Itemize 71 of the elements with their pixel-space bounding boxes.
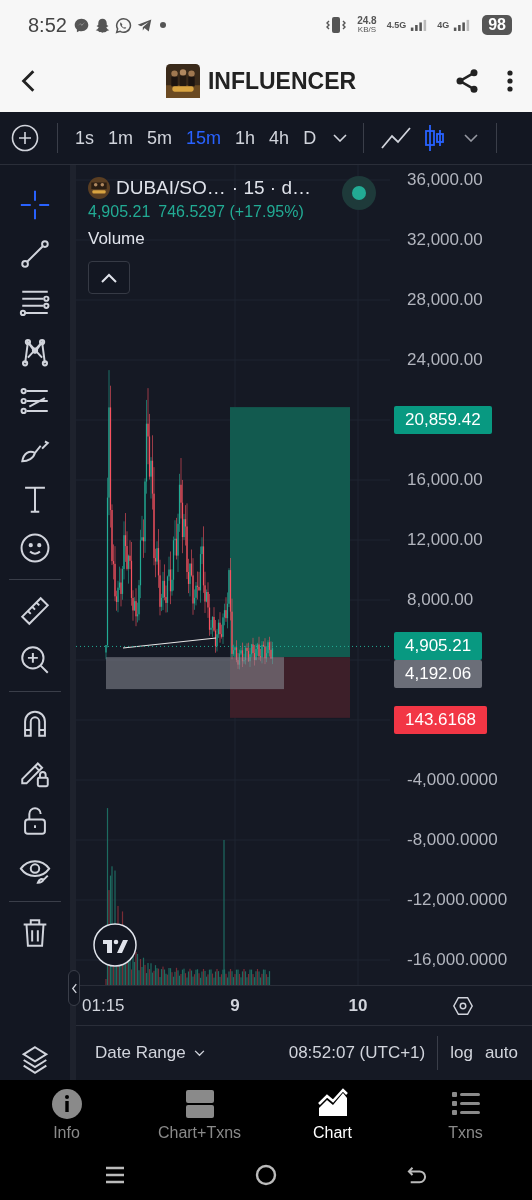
price-axis-label: 24,000.00 bbox=[406, 350, 483, 370]
interval-tab[interactable]: D bbox=[296, 121, 324, 155]
range-box[interactable] bbox=[106, 657, 284, 690]
chat-bubble-icon bbox=[72, 16, 90, 34]
status-dot-button[interactable] bbox=[342, 176, 376, 210]
nav-tab[interactable]: Chart bbox=[266, 1080, 399, 1150]
indicator-label: Volume bbox=[88, 229, 145, 249]
price-axis-label: 32,000.00 bbox=[406, 230, 483, 250]
phone-bubble-icon bbox=[114, 16, 132, 34]
scale-option[interactable]: auto bbox=[484, 1043, 518, 1063]
price-change: 746.5297 (+17.95%) bbox=[158, 203, 304, 221]
dropdown-button[interactable] bbox=[464, 134, 479, 142]
price-axis-label: 8,000.00 bbox=[406, 590, 474, 610]
price-axis-label: 36,000.00 bbox=[406, 170, 483, 190]
signal-icon bbox=[453, 19, 471, 31]
last-price: 4,905.21 bbox=[88, 203, 151, 221]
interval-label: · 15 · d… bbox=[231, 177, 311, 199]
clock-timezone[interactable]: 08:52:07 (UTC+1) bbox=[288, 1043, 426, 1063]
menu-icon bbox=[105, 1166, 126, 1184]
nav-tab[interactable]: Info bbox=[0, 1080, 133, 1150]
chevron-up-icon bbox=[101, 272, 117, 283]
split-view-icon bbox=[183, 1088, 216, 1120]
interval-tab[interactable]: 4h bbox=[262, 121, 297, 155]
interval-tab[interactable]: 5m bbox=[140, 121, 180, 155]
trend-line[interactable] bbox=[122, 637, 217, 649]
page-title: INFLUENCER bbox=[207, 67, 357, 95]
collapse-handle[interactable] bbox=[68, 970, 80, 1006]
time-axis-label: 01:15 bbox=[81, 995, 126, 1016]
candlestick-icon[interactable] bbox=[424, 124, 447, 152]
interval-tab[interactable]: 1m bbox=[101, 121, 141, 155]
scale-option[interactable]: log bbox=[450, 1043, 473, 1063]
interval-tab[interactable]: 15m bbox=[179, 121, 229, 155]
price-badge: 4,905.21 bbox=[394, 632, 483, 660]
signal-icon bbox=[410, 19, 428, 31]
price-axis-label: -4,000.0000 bbox=[406, 770, 498, 790]
time-axis-label: 10 bbox=[348, 995, 368, 1016]
battery-level: 98 bbox=[482, 15, 512, 35]
status-time: 8:52 bbox=[28, 13, 67, 37]
info-icon bbox=[50, 1088, 83, 1120]
price-axis-label: -12,000.0000 bbox=[406, 890, 508, 910]
back-arrow-icon bbox=[406, 1166, 427, 1184]
more-icon bbox=[506, 68, 514, 94]
time-axis-label: 9 bbox=[230, 995, 240, 1016]
interval-tab[interactable]: 1h bbox=[228, 121, 263, 155]
notification-dot-icon bbox=[159, 22, 166, 28]
network-speed: 24.8 KB/S bbox=[357, 16, 377, 34]
add-button[interactable] bbox=[11, 124, 39, 152]
price-badge: 4,192.06 bbox=[394, 660, 483, 688]
collapse-button[interactable] bbox=[88, 261, 130, 294]
date-range-button[interactable]: Date Range bbox=[95, 1043, 205, 1063]
price-axis-label: -16,000.0000 bbox=[406, 950, 508, 970]
price-axis-label: -8,000.0000 bbox=[406, 830, 498, 850]
dropdown-button[interactable] bbox=[333, 134, 348, 142]
price-axis-label: 28,000.00 bbox=[406, 290, 483, 310]
nav-tab[interactable]: Txns bbox=[399, 1080, 532, 1150]
line-chart-icon[interactable] bbox=[380, 126, 413, 150]
settings-icon[interactable] bbox=[452, 994, 474, 1017]
chevron-down-icon bbox=[193, 1049, 205, 1057]
network-type: 4.5G bbox=[386, 20, 407, 30]
nav-tab[interactable]: Chart+Txns bbox=[133, 1080, 266, 1150]
vibrate-icon bbox=[325, 15, 348, 35]
home-circle-icon bbox=[255, 1164, 277, 1186]
network-type: 4G bbox=[437, 20, 450, 30]
price-axis-label: 12,000.00 bbox=[406, 530, 483, 550]
loss-zone[interactable] bbox=[230, 657, 350, 718]
symbol-name[interactable]: DUBAI/SO… bbox=[116, 177, 226, 199]
logo-icon[interactable] bbox=[93, 923, 137, 967]
price-badge: 20,859.42 bbox=[394, 406, 492, 434]
price-axis-label: 16,000.00 bbox=[406, 470, 483, 490]
interval-tab[interactable]: 1s bbox=[68, 121, 101, 155]
price-badge: 143.6168 bbox=[394, 706, 487, 734]
